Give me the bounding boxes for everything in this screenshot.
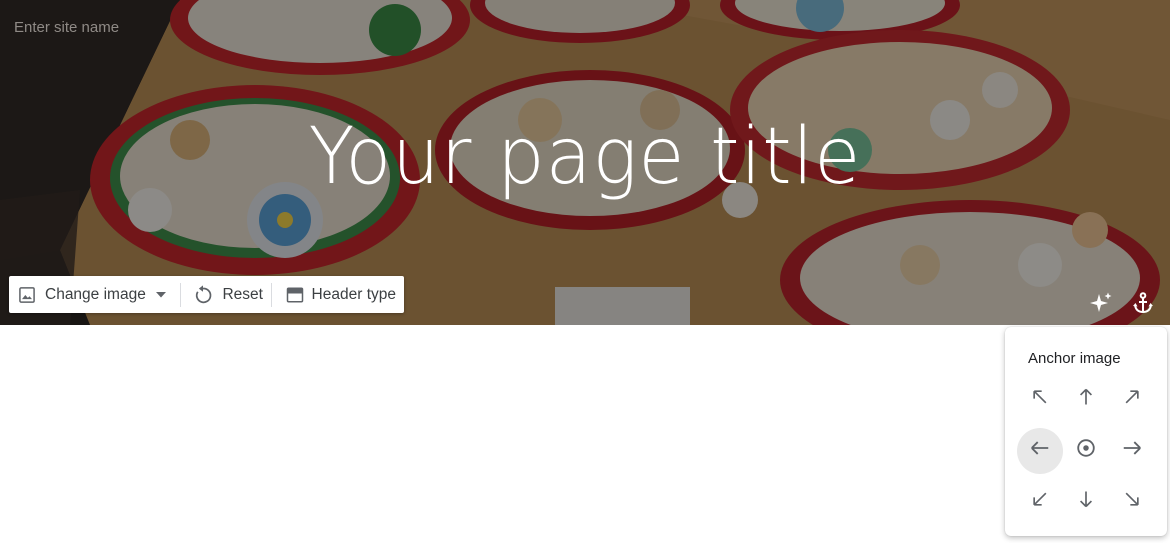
anchor-bottom-right-button[interactable] xyxy=(1109,476,1155,527)
anchor-center-button[interactable] xyxy=(1063,425,1109,476)
header-type-label: Header type xyxy=(311,285,396,303)
anchor-popup-title: Anchor image xyxy=(1028,350,1121,367)
arrow-down-icon xyxy=(1076,489,1096,514)
reset-button[interactable]: Reset xyxy=(180,276,271,313)
change-image-label: Change image xyxy=(45,285,146,303)
anchor-top-right-button[interactable] xyxy=(1109,374,1155,425)
anchor-bottom-button[interactable] xyxy=(1063,476,1109,527)
arrow-down-left-icon xyxy=(1030,489,1050,514)
anchor-image-popup: Anchor image xyxy=(1005,327,1167,536)
anchor-position-grid xyxy=(1017,374,1155,527)
change-image-button[interactable]: Change image xyxy=(9,276,174,313)
header-type-button[interactable]: Header type xyxy=(272,276,404,313)
dropdown-arrow-icon xyxy=(155,291,166,298)
arrow-down-right-icon xyxy=(1122,489,1142,514)
center-target-icon xyxy=(1075,437,1097,464)
sparkle-icon[interactable] xyxy=(1088,290,1114,316)
anchor-right-button[interactable] xyxy=(1109,425,1155,476)
anchor-top-button[interactable] xyxy=(1063,374,1109,425)
anchor-bottom-left-button[interactable] xyxy=(1017,476,1063,527)
image-icon xyxy=(17,285,37,305)
arrow-up-right-icon xyxy=(1122,387,1142,412)
arrow-right-icon xyxy=(1121,437,1143,464)
anchor-top-left-button[interactable] xyxy=(1017,374,1063,425)
arrow-up-icon xyxy=(1076,387,1096,412)
header-banner: Enter site name Your page title Change i… xyxy=(0,0,1170,325)
site-name-input[interactable]: Enter site name xyxy=(14,19,119,36)
arrow-left-icon xyxy=(1029,437,1051,464)
anchor-icon[interactable] xyxy=(1130,290,1156,316)
anchor-left-button[interactable] xyxy=(1017,425,1063,476)
page-title[interactable]: Your page title xyxy=(23,118,1146,196)
header-image-toolbar: Change image Reset Header type xyxy=(9,276,404,313)
arrow-up-left-icon xyxy=(1030,387,1050,412)
header-type-icon xyxy=(286,286,304,304)
reset-label: Reset xyxy=(222,285,263,303)
reset-icon xyxy=(192,284,214,306)
